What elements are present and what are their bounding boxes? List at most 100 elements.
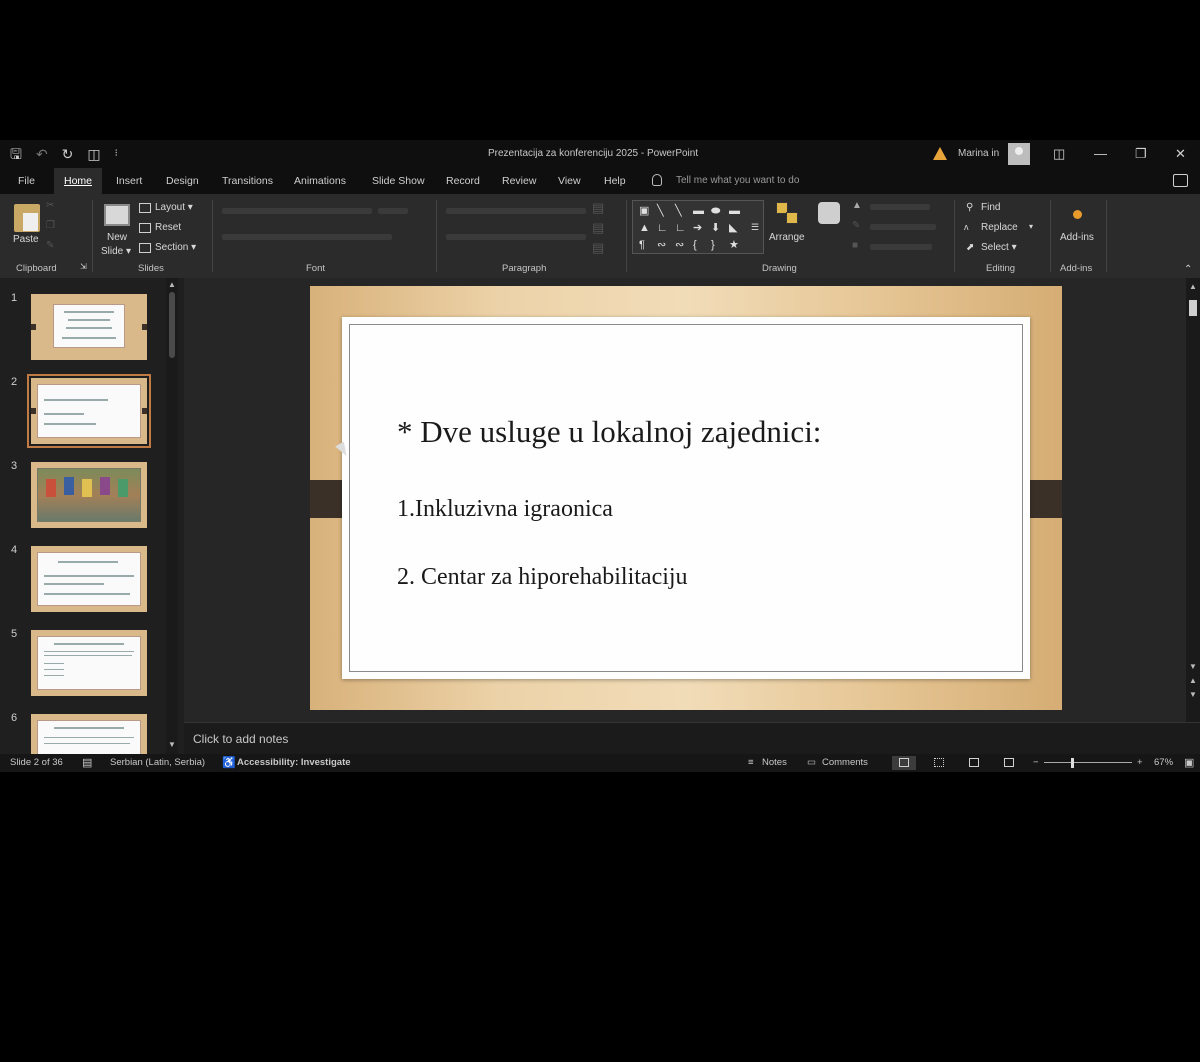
customize-icon[interactable]: ⁝	[115, 140, 118, 168]
fit-to-window-icon[interactable]: ▣	[1184, 754, 1194, 772]
slide-thumbnail-5[interactable]	[31, 630, 147, 696]
avatar[interactable]	[1008, 143, 1030, 165]
slide-list-item-2[interactable]: 2. Centar za hiporehabilitaciju	[397, 564, 688, 591]
shape-oval-icon[interactable]: ⬬	[711, 205, 720, 217]
tab-record[interactable]: Record	[446, 168, 480, 194]
replace-dropdown-icon[interactable]: ▾	[1029, 222, 1033, 231]
next-slide-icon[interactable]: ▼	[1189, 690, 1197, 699]
tab-review[interactable]: Review	[502, 168, 536, 194]
warning-icon[interactable]	[933, 147, 947, 160]
reset-button[interactable]: Reset	[155, 222, 181, 233]
previous-slide-icon[interactable]: ▲	[1189, 676, 1197, 685]
shape-brace-icon[interactable]: {	[693, 239, 697, 251]
shape-brace-icon[interactable]: }	[711, 239, 715, 251]
thumbnails-scrollbar[interactable]: ▲ ▼	[166, 278, 178, 754]
minimize-icon[interactable]: —	[1094, 140, 1107, 168]
tab-file[interactable]: File	[18, 168, 35, 194]
tab-design[interactable]: Design	[166, 168, 199, 194]
slide-thumbnail-6[interactable]	[31, 714, 147, 754]
reading-view-button[interactable]	[962, 756, 986, 770]
shape-line-icon[interactable]: ╲	[675, 205, 682, 217]
zoom-slider[interactable]	[1044, 762, 1132, 763]
shape-callout-icon[interactable]: ◣	[729, 222, 737, 234]
quick-styles-icon[interactable]	[818, 202, 840, 224]
select-button[interactable]: Select ▾	[981, 242, 1017, 253]
undo-icon[interactable]: ↶	[36, 140, 48, 168]
zoom-in-icon[interactable]: +	[1137, 754, 1143, 772]
clipboard-launcher-icon[interactable]: ⇲	[80, 262, 87, 271]
add-ins-button[interactable]: Add-ins	[1060, 232, 1094, 243]
scrollbar-thumb[interactable]	[169, 292, 175, 358]
slide-show-button[interactable]	[997, 756, 1021, 770]
slide-sorter-button[interactable]	[927, 756, 951, 770]
layout-button[interactable]: Layout ▾	[155, 202, 193, 213]
tab-view[interactable]: View	[558, 168, 581, 194]
normal-view-button[interactable]	[892, 756, 916, 770]
section-button[interactable]: Section ▾	[155, 242, 196, 253]
shape-curve-icon[interactable]: ∾	[657, 239, 666, 251]
collapse-ribbon-icon[interactable]: ⌃	[1184, 264, 1192, 275]
language-indicator[interactable]: Serbian (Latin, Serbia)	[110, 754, 205, 772]
shape-textbox-icon[interactable]: ▣	[639, 205, 649, 217]
slide-thumbnail-4[interactable]	[31, 546, 147, 612]
notes-placeholder[interactable]: Click to add notes	[193, 732, 288, 746]
tab-transitions[interactable]: Transitions	[222, 168, 273, 194]
tab-help[interactable]: Help	[604, 168, 626, 194]
tab-insert[interactable]: Insert	[116, 168, 142, 194]
save-icon[interactable]: 🖫	[10, 140, 22, 168]
redo-icon[interactable]: ↻	[62, 140, 74, 168]
shape-down-arrow-icon[interactable]: ⬇	[711, 222, 720, 234]
tab-animations[interactable]: Animations	[294, 168, 346, 194]
scroll-up-icon[interactable]: ▲	[1189, 282, 1197, 291]
shape-triangle-icon[interactable]: ▲	[639, 222, 650, 234]
zoom-slider-thumb[interactable]	[1071, 758, 1074, 768]
shape-connector-icon[interactable]: ∟	[675, 222, 686, 234]
paste-button[interactable]: Paste	[13, 234, 39, 245]
new-slide-button[interactable]: New	[107, 232, 127, 243]
paste-icon[interactable]	[14, 204, 40, 232]
notes-button[interactable]: Notes	[762, 754, 787, 772]
editor-scrollbar[interactable]: ▲ ▼ ▲ ▼	[1186, 278, 1200, 722]
shapes-gallery[interactable]: ▣ ╲ ╲ ▬ ⬬ ▬ ▲ ∟ ∟ ➔ ⬇ ◣ ¶ ∾ ∾ { } ★ ☰	[632, 200, 764, 254]
shape-rectangle-icon[interactable]: ▬	[693, 205, 704, 217]
slide-title[interactable]: * Dve usluge u lokalnoj zajednici:	[397, 414, 821, 450]
user-name[interactable]: Marina in	[958, 140, 999, 168]
scroll-down-icon[interactable]: ▼	[1189, 662, 1197, 671]
scroll-down-icon[interactable]: ▼	[168, 740, 176, 749]
shape-right-arrow-icon[interactable]: ➔	[693, 222, 702, 234]
close-icon[interactable]: ✕	[1175, 140, 1186, 168]
scroll-up-icon[interactable]: ▲	[168, 280, 176, 289]
replace-button[interactable]: Replace	[981, 222, 1018, 233]
slide-thumbnail-3[interactable]	[31, 462, 147, 528]
scrollbar-thumb[interactable]	[1189, 300, 1197, 316]
shape-rounded-rect-icon[interactable]: ▬	[729, 205, 740, 217]
shape-bracket-icon[interactable]: ¶	[639, 239, 645, 251]
notes-pane[interactable]: Click to add notes	[184, 722, 1200, 754]
gallery-more-icon[interactable]: ☰	[751, 221, 759, 233]
tell-me-search[interactable]: Tell me what you want to do	[676, 168, 799, 194]
ribbon-display-icon[interactable]: ◫	[1053, 140, 1065, 168]
slide-thumbnail-2[interactable]	[27, 374, 151, 448]
arrange-button[interactable]: Arrange	[769, 232, 805, 243]
zoom-out-icon[interactable]: −	[1033, 754, 1039, 772]
shape-fill-icon[interactable]: ▲	[852, 200, 862, 211]
new-slide-icon[interactable]	[104, 204, 130, 226]
tab-home[interactable]: Home	[54, 168, 103, 194]
add-ins-icon[interactable]	[1073, 210, 1082, 219]
zoom-level[interactable]: 67%	[1154, 754, 1173, 772]
slide-thumbnail-1[interactable]	[31, 294, 147, 360]
shape-curve-icon[interactable]: ∾	[675, 239, 684, 251]
current-slide[interactable]: * Dve usluge u lokalnoj zajednici: 1.Ink…	[310, 286, 1062, 710]
new-slide-dropdown[interactable]: Slide ▾	[101, 246, 131, 257]
slide-list-item-1[interactable]: 1.Inkluzivna igraonica	[397, 496, 613, 523]
spelling-icon[interactable]: ▤	[82, 754, 92, 772]
accessibility-status[interactable]: Accessibility: Investigate	[237, 754, 351, 772]
comments-button[interactable]: Comments	[822, 754, 868, 772]
restore-icon[interactable]: ❐	[1135, 140, 1147, 168]
shape-connector-icon[interactable]: ∟	[657, 222, 668, 234]
present-icon[interactable]: ◫	[87, 140, 100, 168]
shape-star-icon[interactable]: ★	[729, 239, 739, 251]
arrange-icon[interactable]	[776, 202, 800, 226]
find-button[interactable]: Find	[981, 202, 1000, 213]
comments-icon[interactable]	[1173, 174, 1188, 187]
